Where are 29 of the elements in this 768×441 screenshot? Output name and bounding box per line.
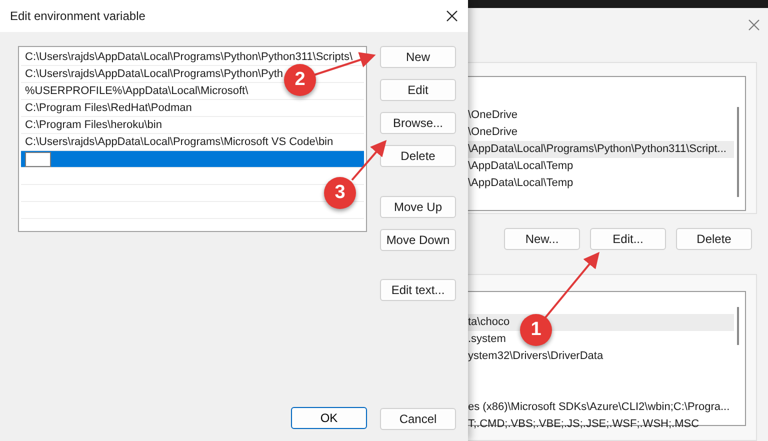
- dialog-button[interactable]: Edit...: [590, 228, 666, 250]
- variable-row[interactable]: \AppData\Local\Temp: [468, 158, 734, 175]
- dialog-button[interactable]: New...: [504, 228, 580, 250]
- path-entry[interactable]: C:\Users\rajds\AppData\Local\Programs\Python\Python311\Scripts\: [21, 49, 364, 66]
- dialog-button[interactable]: Delete: [676, 228, 752, 250]
- variable-row[interactable]: \AppData\Local\Programs\Python\Python311\Script...: [468, 141, 734, 158]
- ok-button[interactable]: OK: [291, 407, 367, 429]
- scrollbar: [737, 307, 739, 345]
- variable-row[interactable]: ystem32\Drivers\DriverData: [468, 348, 734, 365]
- dialog-button[interactable]: Move Down: [380, 229, 456, 251]
- dialog-button[interactable]: Delete: [380, 145, 456, 167]
- path-entry[interactable]: C:\Program Files\RedHat\Podman: [21, 100, 364, 117]
- arrow: [544, 252, 600, 319]
- path-input[interactable]: [25, 152, 51, 166]
- dialog-button[interactable]: Move Up: [380, 196, 456, 218]
- dialog-button[interactable]: Edit: [380, 79, 456, 101]
- variable-row[interactable]: \AppData\Local\Temp: [468, 175, 734, 192]
- variable-row[interactable]: es (x86)\Microsoft SDKs\Azure\CLI2\wbin;C:\Progra...: [468, 399, 734, 416]
- variable-row[interactable]: \OneDrive: [468, 124, 734, 141]
- dialog-button[interactable]: Browse...: [380, 112, 456, 134]
- window-title: Edit environment variable: [10, 8, 146, 25]
- variable-row[interactable]: \OneDrive: [468, 107, 734, 124]
- dialog-button[interactable]: Cancel: [380, 408, 456, 430]
- variable-row[interactable]: T;.CMD;.VBS;.VBE;.JS;.JSE;.WSF;.WSH;.MSC: [468, 416, 734, 433]
- arrow: [351, 140, 387, 181]
- dialog-button[interactable]: New: [380, 46, 456, 68]
- path-entry[interactable]: [21, 151, 364, 168]
- path-entry[interactable]: C:\Program Files\heroku\bin: [21, 117, 364, 134]
- dialog-button[interactable]: Edit text...: [380, 279, 456, 301]
